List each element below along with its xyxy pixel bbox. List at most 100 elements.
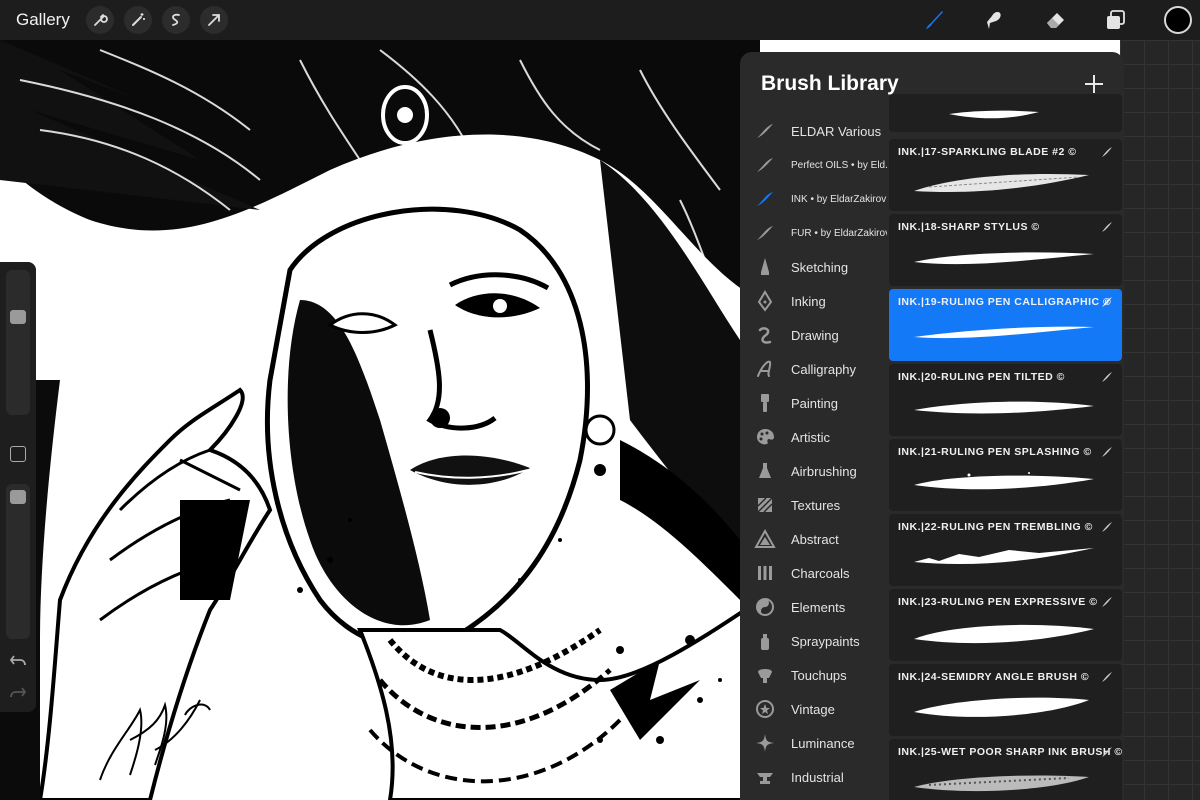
eraser-icon[interactable] bbox=[1040, 4, 1072, 36]
palette-icon bbox=[757, 429, 774, 445]
smudge-icon[interactable] bbox=[976, 4, 1008, 36]
pencil-icon bbox=[761, 258, 769, 275]
undo-icon[interactable] bbox=[8, 652, 28, 672]
category-spraypaints[interactable]: Spraypaints bbox=[740, 624, 888, 658]
category-painting[interactable]: Painting bbox=[740, 386, 888, 420]
category-calligraphy[interactable]: Calligraphy bbox=[740, 352, 888, 386]
category-eldar-various[interactable]: ELDAR Various bbox=[740, 114, 888, 148]
category-inking[interactable]: Inking bbox=[740, 284, 888, 318]
charcoal-bars-icon bbox=[758, 566, 772, 580]
category-textures[interactable]: Textures bbox=[740, 488, 888, 522]
redo-icon[interactable] bbox=[8, 684, 28, 704]
brush-stroke-icon bbox=[757, 226, 773, 240]
category-artistic[interactable]: Artistic bbox=[740, 420, 888, 454]
gallery-button[interactable]: Gallery bbox=[16, 10, 70, 30]
category-charcoals[interactable]: Charcoals bbox=[740, 556, 888, 590]
touchup-icon bbox=[758, 669, 772, 683]
artist-signature bbox=[99, 699, 211, 781]
side-toolbar bbox=[0, 262, 36, 712]
brush-item[interactable]: INK.|18-SHARP STYLUS © bbox=[889, 214, 1122, 286]
category-perfect-oils[interactable]: Perfect OILS • by Eld... bbox=[740, 148, 888, 182]
transform-arrow-icon[interactable] bbox=[200, 6, 228, 34]
category-vintage[interactable]: Vintage bbox=[740, 692, 888, 726]
brush-stroke-icon bbox=[757, 158, 773, 172]
brush-library-panel: Brush Library ELDAR Various Perfect OILS… bbox=[740, 52, 1124, 800]
brush-name: INK.|22-RULING PEN TREMBLING © bbox=[898, 521, 1093, 533]
brush-size-thumb[interactable] bbox=[10, 310, 26, 324]
calligraphy-a-icon bbox=[757, 360, 772, 377]
brush-item[interactable]: INK.|23-RULING PEN EXPRESSIVE © bbox=[889, 589, 1122, 661]
brush-item[interactable]: INK.|22-RULING PEN TREMBLING © bbox=[889, 514, 1122, 586]
brush-item[interactable]: INK.|17-SPARKLING BLADE #2 © bbox=[889, 139, 1122, 211]
brush-stroke-icon bbox=[757, 192, 773, 206]
category-industrial[interactable]: Industrial bbox=[740, 760, 888, 794]
category-fur[interactable]: FUR • by EldarZakirov bbox=[740, 216, 888, 250]
category-label: Vintage bbox=[791, 702, 835, 717]
grid-background bbox=[1120, 40, 1200, 800]
category-label: Touchups bbox=[791, 668, 847, 683]
squiggle-icon bbox=[758, 327, 772, 344]
brush-stroke-preview bbox=[914, 472, 1094, 490]
category-label: Calligraphy bbox=[791, 362, 857, 377]
opacity-slider[interactable] bbox=[6, 484, 30, 639]
category-elements[interactable]: Elements bbox=[740, 590, 888, 624]
category-ink[interactable]: INK • by EldarZakirov bbox=[740, 182, 888, 216]
category-label: Airbrushing bbox=[791, 464, 857, 479]
category-label: Abstract bbox=[791, 532, 839, 547]
brush-name: INK.|19-RULING PEN CALLIGRAPHIC © bbox=[898, 296, 1112, 308]
category-luminance[interactable]: Luminance bbox=[740, 726, 888, 760]
category-label: Painting bbox=[791, 396, 838, 411]
paintbrush-icon bbox=[761, 394, 769, 412]
wrench-icon[interactable] bbox=[86, 6, 114, 34]
layers-icon[interactable] bbox=[1100, 4, 1132, 36]
brush-stroke-icon bbox=[1102, 372, 1112, 382]
category-label: Sketching bbox=[791, 260, 849, 275]
spray-can-icon bbox=[761, 634, 769, 650]
hatched-square-icon bbox=[757, 497, 773, 513]
brush-stroke-preview bbox=[914, 326, 1094, 339]
category-label: Charcoals bbox=[791, 566, 850, 581]
brush-stroke-icon bbox=[1102, 222, 1112, 232]
brush-name: INK.|24-SEMIDRY ANGLE BRUSH © bbox=[898, 671, 1090, 683]
triangle-icon bbox=[754, 528, 776, 548]
brush-stroke-preview bbox=[914, 697, 1089, 717]
category-label: Drawing bbox=[791, 328, 839, 343]
category-label: Spraypaints bbox=[791, 634, 860, 649]
brush-stroke-icon bbox=[1102, 672, 1112, 682]
category-label: Elements bbox=[791, 600, 846, 615]
brush-stroke-icon bbox=[757, 124, 773, 138]
opacity-thumb[interactable] bbox=[10, 490, 26, 504]
brush-item-selected[interactable]: INK.|19-RULING PEN CALLIGRAPHIC © bbox=[889, 289, 1122, 361]
brush-item-partial[interactable] bbox=[889, 94, 1122, 132]
brush-item[interactable]: INK.|20-RULING PEN TILTED © bbox=[889, 364, 1122, 436]
magic-wand-icon[interactable] bbox=[124, 6, 152, 34]
brush-stroke-icon bbox=[1102, 597, 1112, 607]
category-label: Perfect OILS • by Eld... bbox=[791, 160, 887, 171]
modify-square-icon[interactable] bbox=[10, 446, 26, 462]
category-sketching[interactable]: Sketching bbox=[740, 250, 888, 284]
color-picker-swatch[interactable] bbox=[1164, 6, 1192, 34]
brush-name: INK.|18-SHARP STYLUS © bbox=[898, 221, 1040, 233]
selection-icon[interactable] bbox=[162, 6, 190, 34]
category-airbrushing[interactable]: Airbrushing bbox=[740, 454, 888, 488]
anvil-icon bbox=[757, 773, 773, 784]
brush-stroke-preview bbox=[949, 110, 1039, 119]
category-touchups[interactable]: Touchups bbox=[740, 658, 888, 692]
brush-item[interactable]: INK.|25-WET POOR SHARP INK BRUSH © bbox=[889, 739, 1122, 800]
category-abstract[interactable]: Abstract bbox=[740, 522, 888, 556]
brush-name: INK.|20-RULING PEN TILTED © bbox=[898, 371, 1065, 383]
brush-stroke-preview bbox=[914, 252, 1094, 265]
category-label: FUR • by EldarZakirov bbox=[791, 228, 887, 239]
brush-stroke-icon bbox=[1102, 147, 1112, 157]
brush-name: INK.|25-WET POOR SHARP INK BRUSH © bbox=[898, 746, 1123, 758]
brush-item[interactable]: INK.|24-SEMIDRY ANGLE BRUSH © bbox=[889, 664, 1122, 736]
brush-size-slider[interactable] bbox=[6, 270, 30, 415]
category-label: Artistic bbox=[791, 430, 830, 445]
brush-item[interactable]: INK.|21-RULING PEN SPLASHING © bbox=[889, 439, 1122, 511]
top-toolbar: Gallery bbox=[0, 0, 1200, 40]
star-circle-icon bbox=[756, 700, 774, 718]
pen-nib-icon bbox=[757, 290, 773, 312]
category-label: Industrial bbox=[791, 770, 844, 785]
category-drawing[interactable]: Drawing bbox=[740, 318, 888, 352]
brush-icon[interactable] bbox=[918, 4, 950, 36]
